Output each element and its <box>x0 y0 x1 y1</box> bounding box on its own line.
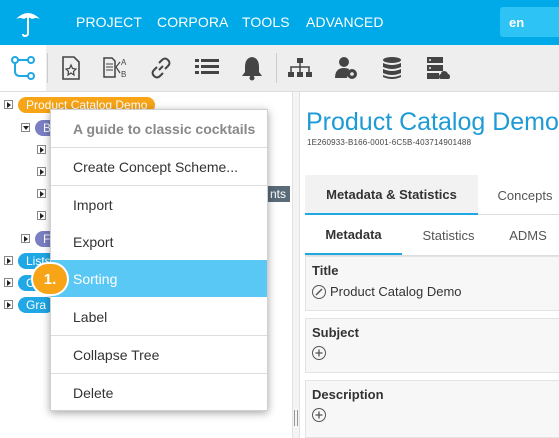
panel-splitter[interactable] <box>292 92 300 438</box>
expander-icon[interactable] <box>4 256 13 265</box>
menu-item-delete[interactable]: Delete <box>51 374 267 411</box>
tree-node-concept[interactable]: nts <box>266 186 291 202</box>
tab-metadata-statistics[interactable]: Metadata & Statistics <box>305 175 478 215</box>
splitter-grip-icon[interactable] <box>292 410 300 426</box>
nav-corpora[interactable]: CORPORA <box>157 14 229 30</box>
context-menu: A guide to classic cocktails Create Conc… <box>50 109 268 411</box>
notification-bell-icon[interactable] <box>229 45 275 91</box>
add-circle-icon[interactable] <box>312 346 326 360</box>
field-title: Title Product Catalog Demo <box>305 256 559 311</box>
expander-icon[interactable] <box>4 278 13 287</box>
expander-open-icon[interactable] <box>21 123 30 132</box>
server-icon[interactable] <box>414 45 460 91</box>
org-chart-icon[interactable] <box>277 45 323 91</box>
resource-uuid: 1E260933-B166-0001-6C5B-403714901488 <box>307 138 472 147</box>
edit-icon[interactable] <box>312 284 326 299</box>
toolbar: AB <box>0 45 559 92</box>
tree-node-graph[interactable]: Gra <box>18 297 55 313</box>
concept-document-icon[interactable] <box>48 45 94 91</box>
field-title-label: Title <box>312 263 339 278</box>
expander-icon[interactable] <box>4 100 13 109</box>
menu-item-collapse-tree[interactable]: Collapse Tree <box>51 336 267 373</box>
sub-tabs: Metadata Statistics ADMS <box>305 216 559 256</box>
mapping-icon[interactable]: AB <box>93 45 139 91</box>
database-icon[interactable] <box>369 45 415 91</box>
menu-item-sorting[interactable]: Sorting <box>51 260 267 297</box>
context-menu-header: A guide to classic cocktails <box>73 120 256 137</box>
field-description-label: Description <box>312 387 384 402</box>
main-tabs: Metadata & Statistics Concepts <box>305 175 559 215</box>
field-description: Description <box>305 380 559 438</box>
nav-advanced[interactable]: ADVANCED <box>306 14 384 30</box>
user-settings-icon[interactable] <box>323 45 369 91</box>
nav-project[interactable]: PROJECT <box>76 14 142 30</box>
detail-panel: Product Catalog Demo 1E260933-B166-0001-… <box>300 92 559 438</box>
expander-icon[interactable] <box>37 189 46 198</box>
subtab-metadata[interactable]: Metadata <box>305 216 402 255</box>
tab-concepts[interactable]: Concepts <box>485 175 559 215</box>
menu-item-import[interactable]: Import <box>51 186 267 223</box>
add-circle-icon[interactable] <box>312 408 326 422</box>
svg-text:A: A <box>121 58 127 67</box>
field-subject-label: Subject <box>312 325 359 340</box>
expander-icon[interactable] <box>37 145 46 154</box>
nav-tools[interactable]: TOOLS <box>242 14 290 30</box>
expander-icon[interactable] <box>37 211 46 220</box>
subtab-statistics[interactable]: Statistics <box>405 216 492 255</box>
page-title: Product Catalog Demo <box>306 108 559 136</box>
field-subject-value-row <box>312 346 559 360</box>
umbrella-logo-icon[interactable] <box>10 5 46 41</box>
list-icon[interactable] <box>184 45 230 91</box>
menu-item-create-concept-scheme[interactable]: Create Concept Scheme... <box>51 148 267 185</box>
field-title-value: Product Catalog Demo <box>330 284 462 299</box>
link-icon[interactable] <box>138 45 184 91</box>
menu-item-label[interactable]: Label <box>51 298 267 335</box>
svg-text:B: B <box>121 70 126 79</box>
hierarchy-icon[interactable] <box>0 45 46 91</box>
expander-icon[interactable] <box>21 234 30 243</box>
field-subject: Subject <box>305 318 559 373</box>
language-select[interactable]: en <box>500 7 559 37</box>
subtab-adms[interactable]: ADMS <box>493 216 559 255</box>
menu-item-export[interactable]: Export <box>51 223 267 260</box>
expander-icon[interactable] <box>4 300 13 309</box>
expander-icon[interactable] <box>37 167 46 176</box>
field-title-value-row[interactable]: Product Catalog Demo <box>312 284 559 299</box>
top-nav-bar: PROJECT CORPORA TOOLS ADVANCED en <box>0 0 559 45</box>
field-description-value-row <box>312 408 559 422</box>
step-badge: 1. <box>33 264 67 294</box>
